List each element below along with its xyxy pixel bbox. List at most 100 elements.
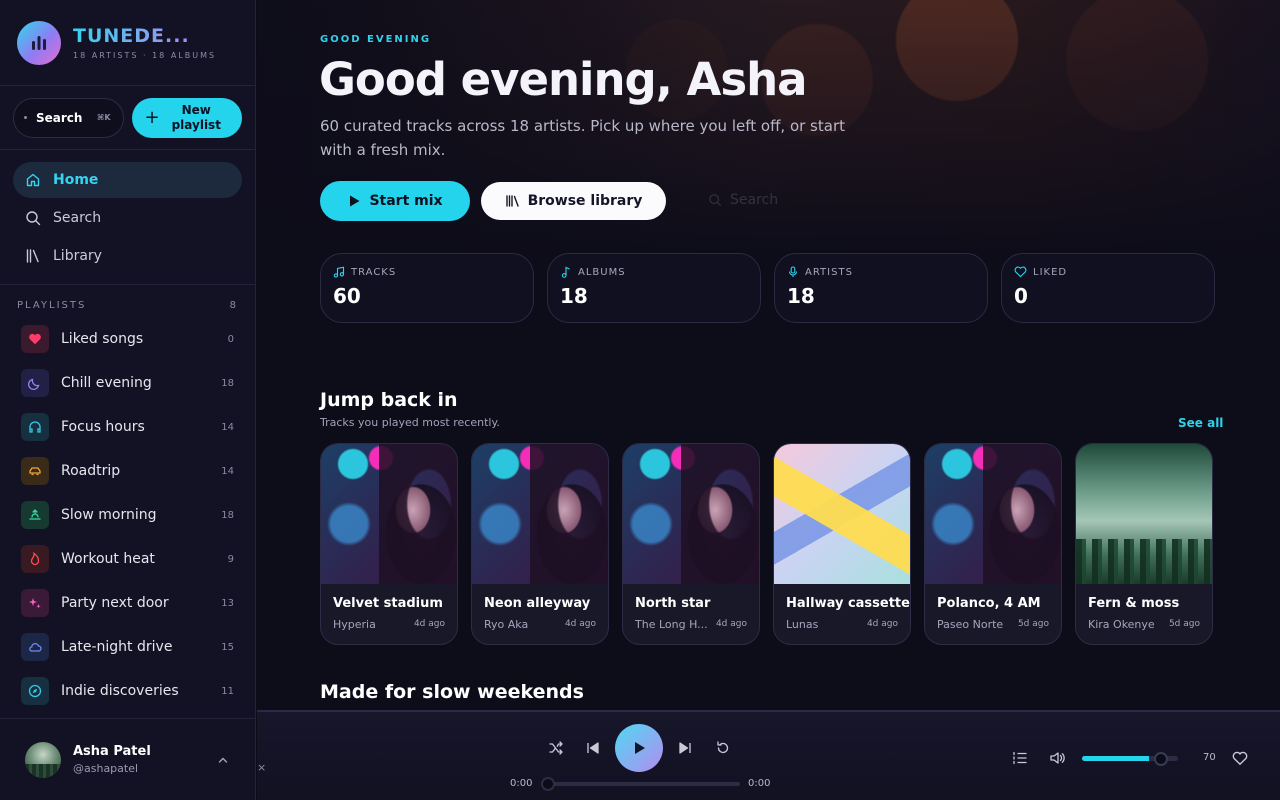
playlist-label: Party next door <box>61 595 169 611</box>
playlist-item-late-night-drive[interactable]: Late-night drive 15 <box>21 625 242 669</box>
new-playlist-button[interactable]: + New playlist <box>131 97 242 138</box>
track-card[interactable]: North star The Long H... 4d ago <box>622 443 760 645</box>
stat-value: 0 <box>1014 284 1028 308</box>
track-card[interactable]: Hallway cassette Lunas 4d ago <box>773 443 911 645</box>
cover-art <box>774 444 910 584</box>
track-title: Neon alleyway <box>484 596 591 611</box>
hero-description: 60 curated tracks across 18 artists. Pic… <box>320 117 845 159</box>
quick-search-button[interactable]: Search ⌘K <box>13 97 124 138</box>
track-title: Polanco, 4 AM <box>937 596 1041 611</box>
play-pause-button[interactable] <box>615 724 663 772</box>
playlist-item-party-next-door[interactable]: Party next door 13 <box>21 581 242 625</box>
playlist-item-liked-songs[interactable]: Liked songs 0 <box>21 317 242 361</box>
cover-art <box>472 444 608 584</box>
track-played-ago: 5d ago <box>1017 619 1049 629</box>
playlist-item-focus-hours[interactable]: Focus hours 14 <box>21 405 242 449</box>
track-artist: Paseo Norte <box>937 618 1004 631</box>
track-title: Fern & moss <box>1088 596 1180 611</box>
avatar <box>25 741 61 778</box>
cloud-icon <box>21 633 49 661</box>
track-artist: The Long H... <box>635 618 708 631</box>
stats-row: TRACKS 60 ALBUMS 18 ARTISTS 18 LIKED 0 <box>320 253 1215 323</box>
playlist-label: Slow morning <box>61 507 157 523</box>
playlist-label: Workout heat <box>61 551 155 567</box>
stat-label: TRACKS <box>351 266 397 278</box>
repeat-icon[interactable] <box>714 739 732 757</box>
playlist-item-roadtrip[interactable]: Roadtrip 14 <box>21 449 242 493</box>
volume-handle[interactable] <box>1154 752 1169 766</box>
track-artist: Ryo Aka <box>484 618 529 631</box>
cover-art <box>623 444 759 584</box>
volume-icon[interactable] <box>1048 749 1066 767</box>
previous-track-icon[interactable] <box>584 739 602 757</box>
play-icon <box>635 742 645 754</box>
user-name: Asha Patel <box>73 744 151 759</box>
music-note-icon <box>333 266 345 278</box>
playlist-count: 13 <box>221 597 234 609</box>
section-title: Jump back in <box>320 389 458 411</box>
playlist-item-workout-heat[interactable]: Workout heat 9 <box>21 537 242 581</box>
see-all-link[interactable]: See all <box>1178 416 1223 430</box>
nav-item-search[interactable]: Search <box>13 200 242 236</box>
browse-library-button[interactable]: Browse library <box>481 182 666 220</box>
cover-art <box>925 444 1061 584</box>
stat-card-albums: ALBUMS 18 <box>547 253 761 323</box>
playlist-item-chill-evening[interactable]: Chill evening 18 <box>21 361 242 405</box>
close-icon[interactable]: × <box>257 761 266 774</box>
brand-name: TUNEDE... <box>73 25 216 47</box>
track-card[interactable]: Polanco, 4 AM Paseo Norte 5d ago <box>924 443 1062 645</box>
shortcut-hint: ⌘K <box>96 113 111 122</box>
start-mix-button[interactable]: Start mix <box>320 181 470 221</box>
heart-outline-icon[interactable] <box>1231 749 1249 767</box>
nav-item-home[interactable]: Home <box>13 162 242 198</box>
new-playlist-label: New playlist <box>171 102 221 132</box>
main-content: GOOD EVENING Good evening, Asha 60 curat… <box>257 0 1280 710</box>
playlist-count: 14 <box>221 465 234 477</box>
track-title: North star <box>635 596 711 611</box>
track-played-ago: 5d ago <box>1168 619 1200 629</box>
track-played-ago: 4d ago <box>413 619 445 629</box>
headphones-icon <box>21 413 49 441</box>
chevron-up-icon[interactable] <box>217 754 229 766</box>
playlist-item-indie-discoveries[interactable]: Indie discoveries 11 <box>21 669 242 713</box>
car-icon <box>21 457 49 485</box>
ghost-search-label: Search <box>730 192 779 208</box>
sparkles-icon <box>21 589 49 617</box>
elapsed-time: 0:00 <box>510 778 533 789</box>
playlist-label: Indie discoveries <box>61 683 179 699</box>
brand: TUNEDE... 18 ARTISTS · 18 ALBUMS <box>0 0 255 86</box>
track-artist: Lunas <box>786 618 819 631</box>
quick-search-label: Search <box>36 110 83 125</box>
microphone-icon <box>788 266 798 277</box>
progress-bar[interactable] <box>547 782 740 786</box>
playlist-count: 9 <box>227 553 234 565</box>
track-card[interactable]: Velvet stadium Hyperia 4d ago <box>320 443 458 645</box>
queue-icon[interactable] <box>1011 749 1029 767</box>
stat-label: ALBUMS <box>578 266 626 278</box>
player-bar: 0:00 0:00 70 <box>257 710 1280 800</box>
playlist-count: 18 <box>221 377 234 389</box>
sidebar: TUNEDE... 18 ARTISTS · 18 ALBUMS Search … <box>0 0 256 800</box>
dot-icon <box>24 116 27 119</box>
track-played-ago: 4d ago <box>715 619 747 629</box>
ghost-search[interactable]: Search <box>708 192 778 208</box>
moon-icon <box>21 369 49 397</box>
track-artist: Hyperia <box>333 618 376 631</box>
stat-value: 18 <box>560 284 588 308</box>
track-card[interactable]: Neon alleyway Ryo Aka 4d ago <box>471 443 609 645</box>
brand-subtitle: 18 ARTISTS · 18 ALBUMS <box>73 51 217 60</box>
nav-label: Home <box>53 172 99 188</box>
progress-handle[interactable] <box>541 777 555 791</box>
nav-item-library[interactable]: Library <box>13 238 242 274</box>
brand-logo[interactable] <box>17 20 61 65</box>
track-card[interactable]: Fern & moss Kira Okenye 5d ago <box>1075 443 1213 645</box>
playlist-label: Liked songs <box>61 331 144 347</box>
user-profile[interactable]: Asha Patel @ashapatel <box>0 718 255 800</box>
track-artist: Kira Okenye <box>1088 618 1155 631</box>
playlist-item-slow-morning[interactable]: Slow morning 18 <box>21 493 242 537</box>
stat-value: 18 <box>787 284 815 308</box>
compass-icon <box>21 677 49 705</box>
heart-icon <box>21 325 49 353</box>
next-track-icon[interactable] <box>676 739 694 757</box>
shuffle-icon[interactable] <box>547 739 565 757</box>
